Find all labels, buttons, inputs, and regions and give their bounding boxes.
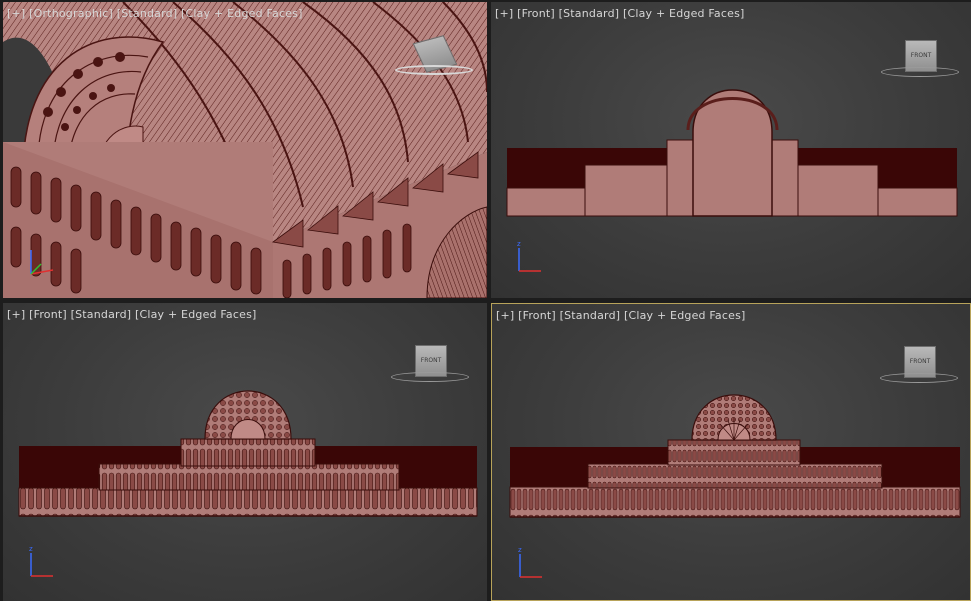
- viewport-point-of-view-menu[interactable]: [Front]: [518, 309, 556, 322]
- viewcube-compass-ring[interactable]: [391, 372, 469, 382]
- viewport-plus-menu[interactable]: [+]: [496, 309, 514, 322]
- viewcube-compass-ring[interactable]: [880, 373, 958, 383]
- viewport-front-3-active[interactable]: [+] [Front] [Standard] [Clay + Edged Fac…: [491, 303, 971, 601]
- viewport-plus-menu[interactable]: [+]: [495, 7, 513, 20]
- svg-text:z: z: [29, 545, 33, 553]
- axis-tripod-icon: z: [517, 240, 541, 272]
- viewcube[interactable]: [395, 35, 475, 82]
- viewport-shading-quality-menu[interactable]: [Standard]: [559, 7, 620, 20]
- axis-tripod-icon: z: [29, 545, 53, 577]
- viewport-label: [+] [Orthographic] [Standard] [Clay + Ed…: [7, 7, 303, 20]
- viewcube[interactable]: FRONT: [391, 345, 471, 389]
- viewport-shading-quality-menu[interactable]: [Standard]: [71, 308, 132, 321]
- viewcube[interactable]: FRONT: [881, 40, 961, 84]
- viewcube[interactable]: FRONT: [880, 346, 960, 390]
- viewport-label: [+] [Front] [Standard] [Clay + Edged Fac…: [496, 309, 746, 322]
- viewport-display-mode-menu[interactable]: [Clay + Edged Faces]: [181, 7, 303, 20]
- viewcube-compass-ring[interactable]: [881, 67, 959, 77]
- viewport-plus-menu[interactable]: [+]: [7, 7, 25, 20]
- viewport-plus-menu[interactable]: [+]: [7, 308, 25, 321]
- viewport-point-of-view-menu[interactable]: [Front]: [29, 308, 67, 321]
- viewport-point-of-view-menu[interactable]: [Orthographic]: [29, 7, 113, 20]
- viewport-display-mode-menu[interactable]: [Clay + Edged Faces]: [135, 308, 257, 321]
- viewcube-compass-ring[interactable]: [395, 65, 473, 75]
- viewport-front-1[interactable]: [+] [Front] [Standard] [Clay + Edged Fac…: [491, 2, 971, 298]
- viewport-orthographic[interactable]: [+] [Orthographic] [Standard] [Clay + Ed…: [3, 2, 487, 298]
- axis-tripod-icon: z: [518, 546, 542, 578]
- viewport-display-mode-menu[interactable]: [Clay + Edged Faces]: [623, 7, 745, 20]
- svg-text:z: z: [517, 240, 521, 248]
- svg-text:z: z: [518, 546, 522, 554]
- viewport-label: [+] [Front] [Standard] [Clay + Edged Fac…: [7, 308, 257, 321]
- viewport-display-mode-menu[interactable]: [Clay + Edged Faces]: [624, 309, 746, 322]
- axis-tripod-icon: [30, 250, 54, 275]
- viewport-shading-quality-menu[interactable]: [Standard]: [117, 7, 178, 20]
- viewport-shading-quality-menu[interactable]: [Standard]: [560, 309, 621, 322]
- viewport-point-of-view-menu[interactable]: [Front]: [517, 7, 555, 20]
- viewport-front-2[interactable]: [+] [Front] [Standard] [Clay + Edged Fac…: [3, 303, 487, 601]
- viewport-label: [+] [Front] [Standard] [Clay + Edged Fac…: [495, 7, 745, 20]
